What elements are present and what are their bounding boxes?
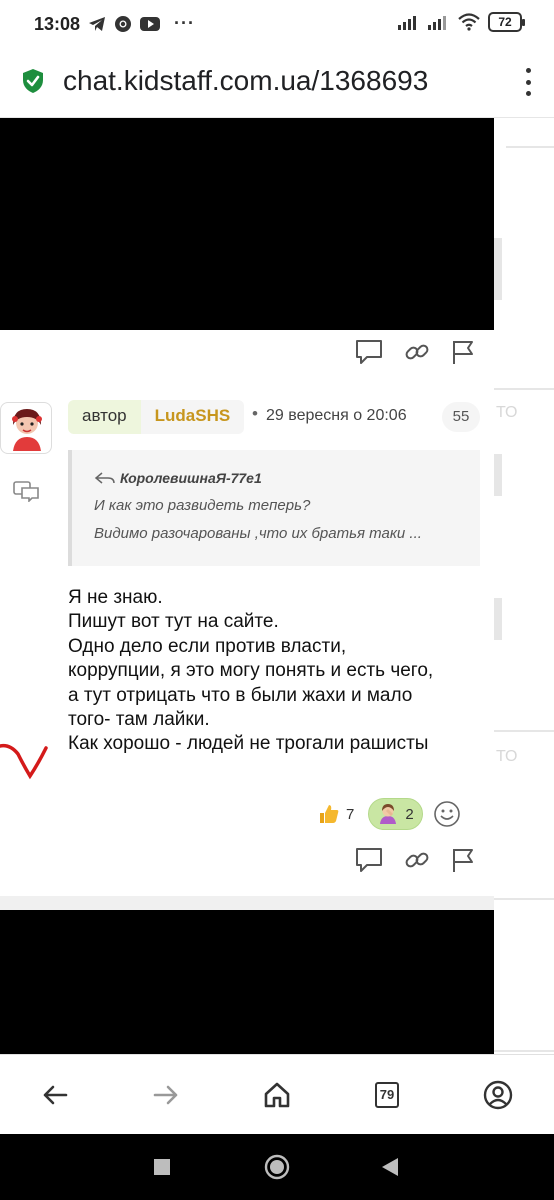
reaction-count: 2 — [405, 805, 414, 823]
ghost-text: ТО — [496, 404, 518, 421]
forward-button[interactable] — [148, 1077, 184, 1113]
reaction-facepalm[interactable]: 2 — [368, 798, 423, 830]
back-button[interactable] — [37, 1077, 73, 1113]
page-content: ТО ТО автор LudaSHS • 29 вересня о 20:06… — [0, 118, 554, 1054]
quoted-message[interactable]: КоролевишнаЯ-77е1 И как это развидеть те… — [68, 450, 480, 566]
status-time: 13:08 — [34, 14, 81, 34]
avatar[interactable] — [0, 402, 52, 454]
status-icons-right: 72 — [398, 12, 525, 32]
signal-icon — [398, 16, 416, 30]
message-line: Одно дело если против власти, — [68, 635, 347, 657]
account-icon — [483, 1080, 513, 1110]
reaction-thumbs-up[interactable]: 7 — [310, 798, 362, 830]
back-triangle-icon[interactable] — [381, 1157, 399, 1177]
shield-check-icon[interactable] — [22, 68, 44, 94]
message-line: а тут отрицать что в были жахи и мало — [68, 684, 413, 706]
ghost-divider — [494, 454, 502, 496]
home-circle-icon[interactable] — [264, 1154, 290, 1180]
quote-arrow-icon — [94, 472, 115, 484]
account-button[interactable] — [480, 1077, 516, 1113]
quote-line: И как это развидеть теперь? — [94, 497, 311, 514]
home-button[interactable] — [259, 1077, 295, 1113]
background-sidebar: ТО ТО — [494, 118, 554, 1054]
message-line: Как хорошо - людей не трогали рашисты — [68, 733, 429, 755]
chrome-icon — [115, 15, 131, 32]
quote-author: КоролевишнаЯ-77е1 — [94, 470, 262, 486]
facepalm-icon — [380, 804, 397, 824]
flag-icon[interactable] — [450, 846, 476, 874]
tabs-icon: 79 — [375, 1082, 399, 1108]
battery-indicator: 72 — [488, 12, 525, 32]
browser-bottom-nav: 79 — [0, 1054, 554, 1134]
ghost-divider — [494, 238, 502, 300]
reaction-count: 7 — [346, 805, 355, 823]
ghost-divider — [506, 146, 554, 148]
ghost-divider — [494, 898, 554, 900]
quote-reply-icon[interactable] — [12, 480, 40, 502]
forum-post: автор LudaSHS • 29 вересня о 20:06 55 Ко… — [0, 388, 494, 896]
ghost-divider — [494, 598, 502, 640]
message-line: Я не знаю. — [68, 587, 163, 608]
quote-line: Видимо разочарованы ,что их братья таки … — [94, 525, 422, 542]
post-number-badge[interactable]: 55 — [442, 402, 480, 432]
address-bar: chat.kidstaff.com.ua/1368693 — [0, 48, 554, 118]
youtube-icon — [140, 16, 160, 31]
tabs-button[interactable]: 79 — [369, 1077, 405, 1113]
author-role-badge: автор — [68, 400, 141, 434]
author-chip: автор LudaSHS — [68, 400, 245, 434]
link-icon[interactable] — [404, 339, 430, 365]
ghost-divider — [494, 730, 554, 732]
hidden-media-top — [0, 118, 494, 330]
post-actions — [354, 846, 476, 874]
signal-icon — [428, 16, 446, 30]
meta-separator: • — [252, 404, 258, 423]
forward-arrow-icon — [153, 1085, 178, 1105]
recents-icon[interactable] — [154, 1159, 170, 1175]
system-nav-bar — [0, 1134, 554, 1200]
ghost-divider — [494, 388, 554, 390]
telegram-icon — [89, 16, 105, 31]
status-bar: 13:08 ··· 72 — [0, 0, 554, 48]
reply-icon[interactable] — [354, 338, 384, 366]
thumbs-up-icon — [320, 805, 339, 823]
link-icon[interactable] — [404, 847, 430, 873]
reply-icon[interactable] — [354, 846, 384, 874]
more-notifications-icon: ··· — [174, 13, 195, 33]
post-message: Я не знаю. Пишут вот тут на сайте. Одно … — [68, 586, 488, 757]
more-vert-icon[interactable] — [524, 68, 532, 96]
ghost-divider — [494, 1050, 554, 1052]
post-date: 29 вересня о 20:06 — [266, 407, 407, 424]
message-line: коррупции, я это могу понять и есть чего… — [68, 660, 434, 682]
reactions-bar: 7 2 — [310, 798, 461, 830]
smile-add-icon[interactable] — [433, 800, 461, 828]
hidden-media-bottom — [0, 910, 494, 1054]
home-icon — [264, 1082, 290, 1108]
previous-post-actions — [354, 338, 476, 366]
status-icons-left: ··· — [88, 13, 195, 34]
username-link[interactable]: LudaSHS — [140, 400, 245, 434]
quote-author-name: КоролевишнаЯ-77е1 — [120, 470, 262, 486]
url-field[interactable]: chat.kidstaff.com.ua/1368693 — [63, 65, 503, 97]
back-arrow-icon — [43, 1085, 68, 1105]
message-line: того- там лайки. — [68, 709, 210, 731]
message-line: Пишут вот тут на сайте. — [68, 611, 279, 633]
wifi-icon — [458, 13, 480, 31]
red-annotation-mark — [0, 743, 48, 780]
flag-icon[interactable] — [450, 338, 476, 366]
ghost-text: ТО — [496, 748, 518, 765]
previous-post-footer — [0, 330, 494, 388]
